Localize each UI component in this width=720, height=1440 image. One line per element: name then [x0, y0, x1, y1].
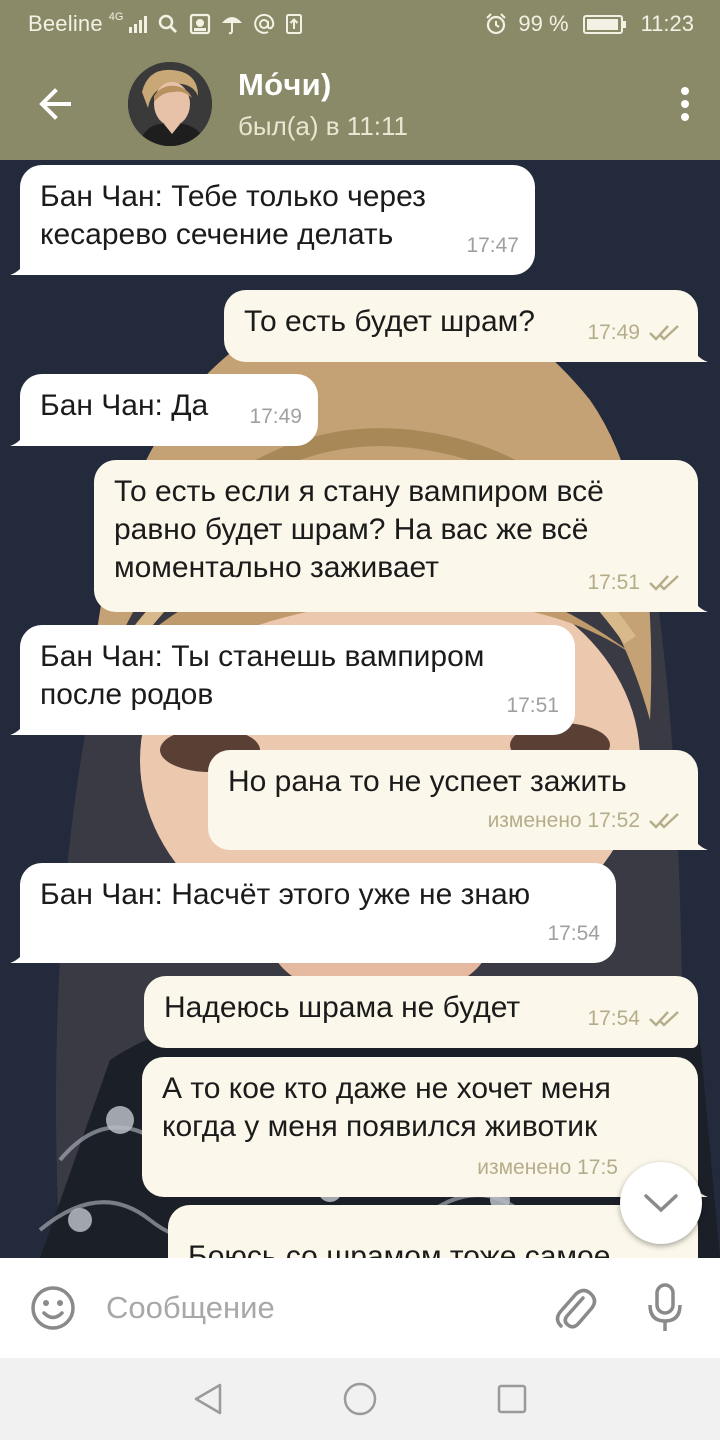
- chat-title: Мо́чи): [238, 66, 332, 102]
- message-text: Бан Чан: Тебе только через кесарево сече…: [40, 180, 426, 251]
- message-time: 17:54: [587, 1007, 640, 1030]
- message-meta: 17:49: [587, 314, 682, 352]
- status-bar: Beeline 4G 99 % 11:23: [0, 0, 720, 48]
- network-type: 4G: [108, 11, 124, 23]
- nav-recents-button[interactable]: [436, 1358, 588, 1440]
- message-meta: 17:49: [249, 398, 302, 436]
- message-time: изменено 17:5: [477, 1156, 618, 1179]
- double-check-icon: [649, 813, 679, 829]
- recents-square-icon: [497, 1384, 527, 1414]
- voice-message-button[interactable]: [620, 1258, 710, 1358]
- microphone-icon: [648, 1283, 682, 1331]
- message-meta: 17:51: [506, 687, 559, 725]
- message-time: 17:51: [506, 694, 559, 717]
- scroll-to-bottom-button[interactable]: [620, 1162, 702, 1244]
- message-meta: изменено 17:52: [488, 802, 682, 840]
- chat-header: Мо́чи) был(а) в 11:11: [0, 48, 720, 160]
- double-check-icon: [649, 575, 679, 591]
- home-circle-icon: [343, 1382, 377, 1416]
- at-icon: [254, 13, 275, 34]
- chat-area[interactable]: Бан Чан: Тебе только через кесарево сече…: [0, 160, 720, 1258]
- message-bubble-outgoing[interactable]: Надеюсь шрама не будет 17:54: [144, 976, 698, 1048]
- message-time: 17:49: [249, 405, 302, 428]
- message-meta: изменено 17:5: [477, 1149, 618, 1187]
- message-meta: 17:47: [466, 227, 519, 265]
- message-text: Но рана то не успеет зажить: [228, 765, 627, 798]
- search-icon: [159, 14, 178, 33]
- message-time: 17:49: [587, 321, 640, 344]
- system-nav-bar: [0, 1358, 720, 1440]
- signal-icon: [129, 15, 148, 33]
- more-vert-icon: [681, 87, 689, 121]
- more-options-button[interactable]: [650, 48, 720, 160]
- back-button[interactable]: [0, 48, 110, 160]
- message-bubble-incoming[interactable]: Бан Чан: Тебе только через кесарево сече…: [10, 165, 535, 275]
- last-seen-status: был(а) в 11:11: [238, 110, 408, 141]
- umbrella-icon: [222, 17, 243, 35]
- message-bubble-outgoing[interactable]: Боюсь со шрамом тоже самое: [168, 1205, 698, 1258]
- message-bubble-incoming[interactable]: Бан Чан: Ты станешь вампиром после родов…: [10, 625, 575, 735]
- message-bubble-outgoing[interactable]: То есть будет шрам? 17:49: [224, 290, 708, 362]
- message-bubble-outgoing[interactable]: А то кое кто даже не хочет меня когда у …: [142, 1057, 708, 1197]
- battery-icon: [582, 14, 626, 34]
- message-meta: 17:54: [547, 915, 600, 953]
- upload-icon: [286, 14, 303, 34]
- double-check-icon: [649, 325, 679, 341]
- emoji-button[interactable]: [0, 1258, 106, 1358]
- message-bubble-incoming[interactable]: Бан Чан: Насчёт этого уже не знаю 17:54: [10, 863, 616, 963]
- nav-back-button[interactable]: [132, 1358, 284, 1440]
- message-bubble-outgoing[interactable]: То есть если я стану вампиром всё равно …: [94, 460, 708, 612]
- attach-button[interactable]: [530, 1258, 620, 1358]
- alarm-icon: [486, 13, 507, 35]
- message-time: изменено 17:52: [487, 809, 640, 832]
- clock: 11:23: [640, 11, 694, 36]
- message-text: Боюсь со шрамом тоже самое: [188, 1240, 611, 1258]
- message-time: 17:47: [466, 234, 519, 257]
- paperclip-icon: [555, 1288, 597, 1329]
- message-meta: 17:51: [587, 564, 682, 602]
- message-input[interactable]: [106, 1258, 530, 1358]
- chevron-down-icon: [644, 1194, 678, 1213]
- double-check-icon: [649, 1011, 679, 1027]
- message-time: 17:54: [547, 922, 600, 945]
- back-arrow-icon: [39, 88, 71, 120]
- message-text: Бан Чан: Насчёт этого уже не знаю: [40, 878, 531, 911]
- battery-percent: 99 %: [518, 11, 569, 36]
- nav-home-button[interactable]: [284, 1358, 436, 1440]
- avatar[interactable]: [128, 62, 212, 146]
- message-meta: 17:54: [587, 1000, 682, 1038]
- image-icon: [190, 13, 211, 35]
- smiley-icon: [31, 1286, 75, 1330]
- message-text: Бан Чан: Ты станешь вампиром после родов: [40, 640, 485, 711]
- back-triangle-icon: [194, 1383, 222, 1415]
- message-bubble-incoming[interactable]: Бан Чан: Да 17:49: [10, 374, 318, 446]
- message-time: 17:51: [587, 571, 640, 594]
- message-text: А то кое кто даже не хочет меня когда у …: [162, 1072, 611, 1143]
- chat-title-block[interactable]: Мо́чи) был(а) в 11:11: [238, 67, 650, 142]
- message-composer: [0, 1258, 720, 1358]
- message-bubble-outgoing[interactable]: Но рана то не успеет зажить изменено 17:…: [208, 750, 708, 850]
- carrier-name: Beeline: [28, 11, 103, 36]
